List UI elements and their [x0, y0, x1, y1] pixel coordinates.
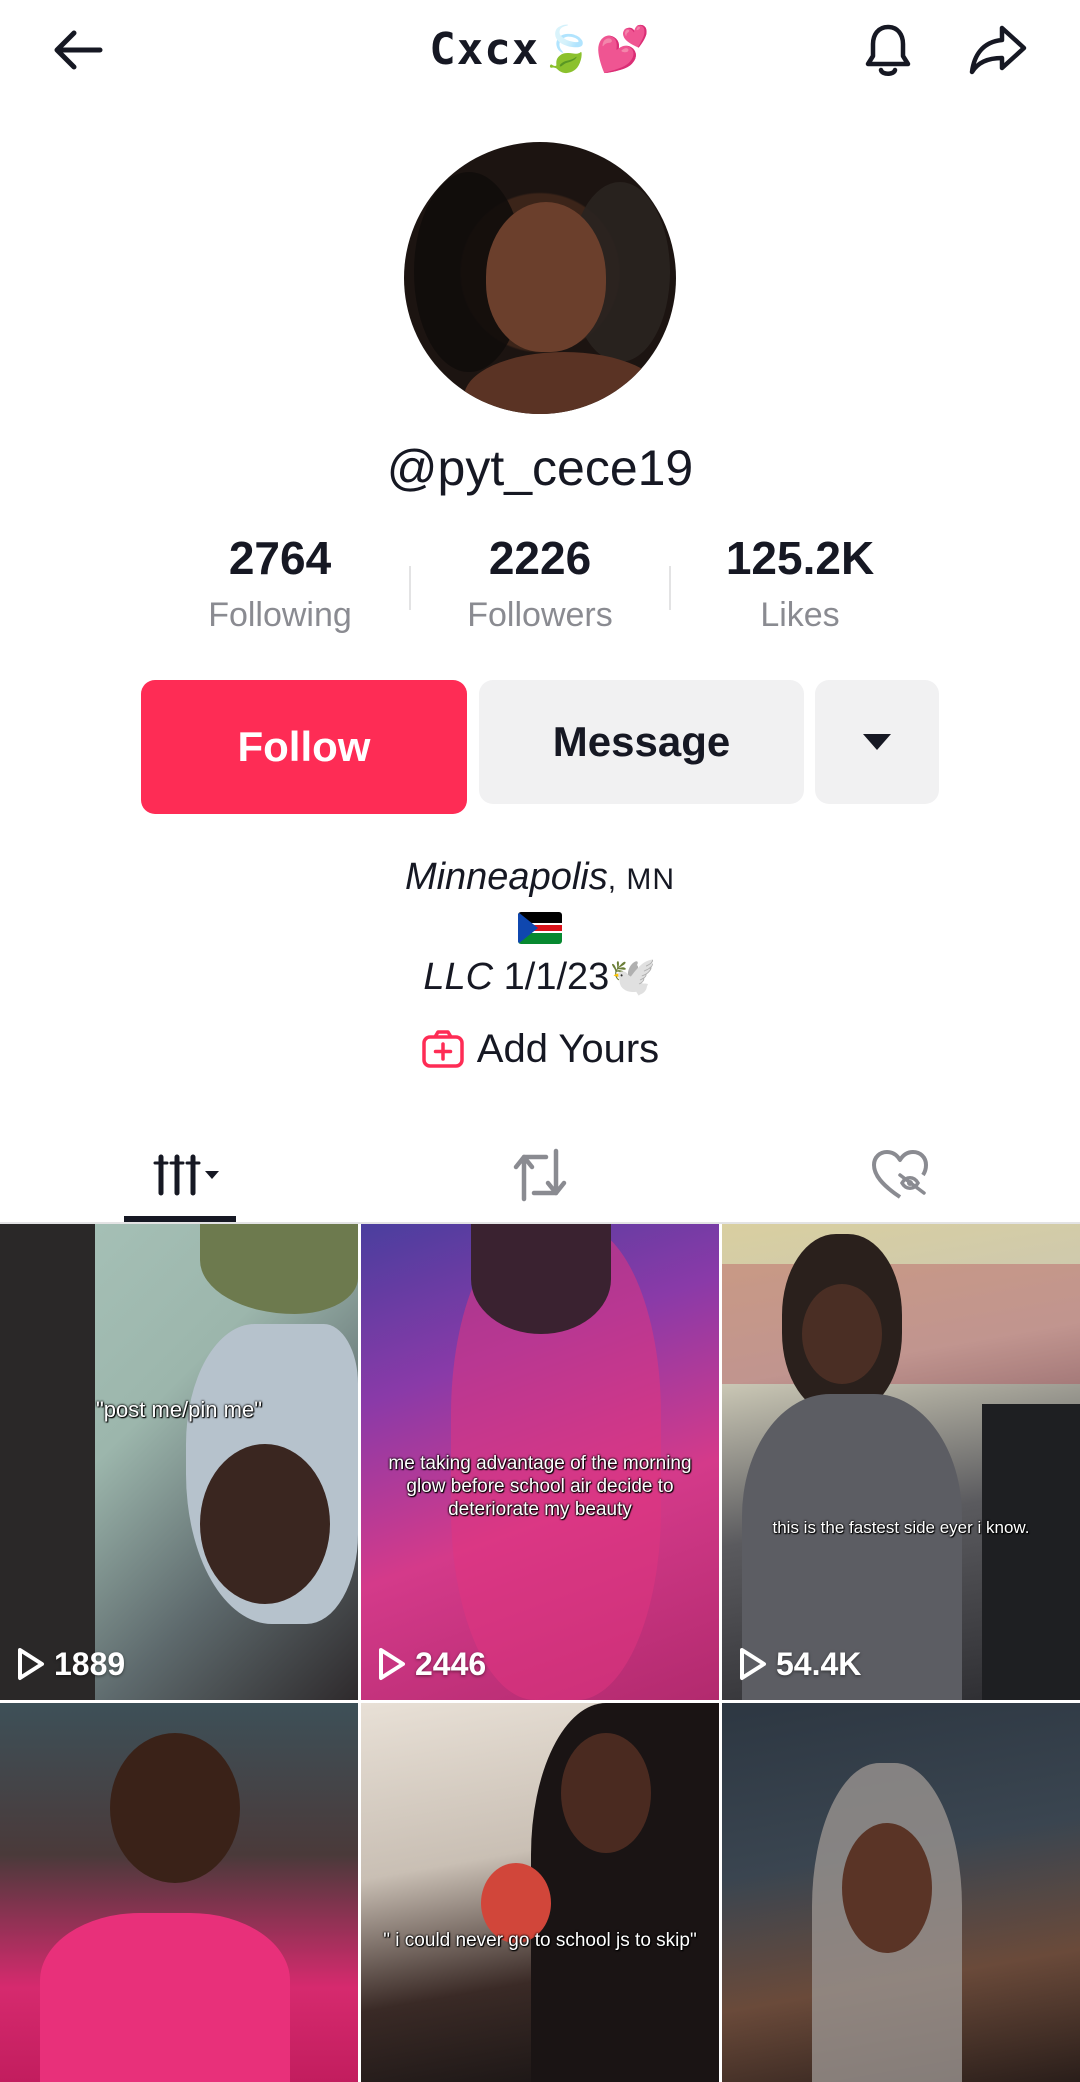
username: @pyt_cece19	[386, 440, 694, 496]
stat-likes[interactable]: 125.2K Likes	[680, 530, 920, 638]
video-tile[interactable]: this is the fastest side eyer i know. 54…	[722, 1224, 1080, 1700]
liked-hidden-icon	[872, 1150, 928, 1199]
add-yours-label: Add Yours	[476, 1027, 660, 1071]
video-tile[interactable]	[0, 1703, 358, 2082]
video-tile[interactable]: "post me/pin me" 1889	[0, 1224, 358, 1700]
profile-header: Cxcx🍃💕	[0, 0, 1080, 100]
stat-likes-value: 125.2K	[725, 532, 875, 584]
play-count: 1889	[16, 1644, 125, 1684]
more-options-button[interactable]	[815, 680, 939, 804]
stat-divider	[409, 566, 411, 610]
tab-liked[interactable]	[850, 1120, 950, 1230]
avatar[interactable]	[404, 142, 676, 414]
stat-divider	[669, 566, 671, 610]
south-sudan-flag-icon	[518, 912, 562, 944]
bio-state: , MN	[607, 863, 676, 896]
video-tile[interactable]	[722, 1703, 1080, 2082]
play-icon	[18, 1648, 44, 1680]
play-count-value: 54.4K	[776, 1646, 862, 1682]
play-count-value: 1889	[54, 1646, 126, 1682]
add-yours-link[interactable]: Add Yours	[0, 1024, 1080, 1074]
bio-city: Minneapolis	[404, 856, 608, 898]
stat-followers-value: 2226	[488, 532, 592, 584]
message-button[interactable]: Message	[479, 680, 804, 804]
video-caption: me taking advantage of the morning glow …	[388, 1453, 692, 1520]
stat-likes-label: Likes	[760, 596, 840, 634]
add-yours-icon	[422, 1030, 464, 1068]
notification-bell-button[interactable]	[852, 14, 924, 86]
video-tile[interactable]: me taking advantage of the morning glow …	[361, 1224, 719, 1700]
bio-location: Minneapolis, MN	[0, 852, 1080, 905]
video-caption: "post me/pin me"	[95, 1397, 263, 1422]
tab-videos[interactable]	[124, 1120, 236, 1230]
bio-llc-date: 1/1/23🕊️	[493, 956, 657, 998]
stat-following[interactable]: 2764 Following	[160, 530, 400, 638]
play-icon	[379, 1648, 405, 1680]
play-count: 2446	[377, 1644, 486, 1684]
play-count: 54.4K	[738, 1644, 861, 1684]
stat-following-value: 2764	[228, 532, 332, 584]
video-tile[interactable]: " i could never go to school js to skip"	[361, 1703, 719, 2082]
bio-flag-line	[0, 904, 1080, 944]
share-arrow-icon	[969, 25, 1027, 75]
repost-icon	[513, 1148, 567, 1202]
stat-followers-label: Followers	[467, 596, 613, 634]
stat-following-label: Following	[208, 596, 352, 634]
bio-llc-line: LLC 1/1/23🕊️	[0, 952, 1080, 1002]
video-caption: this is the fastest side eyer i know.	[772, 1518, 1030, 1537]
grid-videos-icon	[153, 1154, 219, 1196]
share-button[interactable]	[962, 14, 1034, 86]
bell-icon	[865, 24, 911, 76]
caret-down-icon	[863, 734, 891, 750]
follow-button[interactable]: Follow	[141, 680, 467, 814]
stat-followers[interactable]: 2226 Followers	[420, 530, 660, 638]
video-caption: " i could never go to school js to skip"	[383, 1930, 697, 1951]
play-icon	[740, 1648, 766, 1680]
play-count-value: 2446	[415, 1646, 487, 1682]
tab-reposts[interactable]	[490, 1120, 590, 1230]
bio-llc-prefix: LLC	[423, 956, 494, 998]
